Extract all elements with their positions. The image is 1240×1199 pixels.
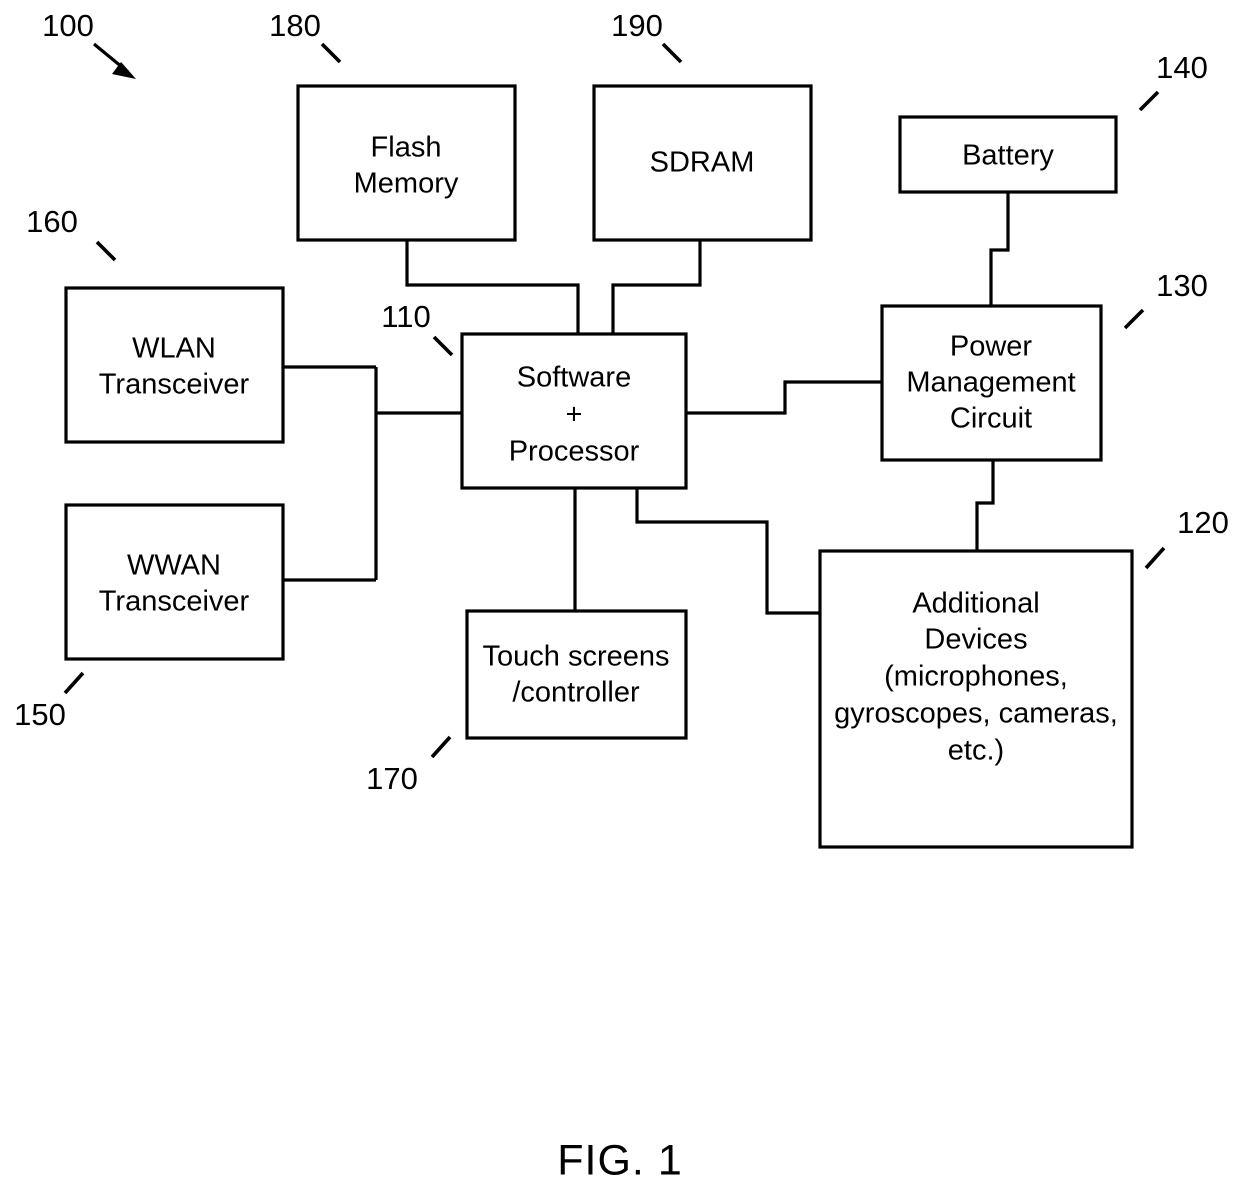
block-battery[interactable]: Battery: [898, 115, 1118, 194]
sdram-label-line1: SDRAM: [650, 147, 755, 179]
patent-figure-1: Flash Memory SDRAM Battery WLAN Transcei…: [0, 0, 1240, 1199]
connector-processor-to-devices: [635, 488, 822, 615]
wwan-transceiver-label-line1: WWAN: [127, 550, 221, 582]
system-arrow-head: [112, 62, 136, 79]
connector-pmc-to-devices: [975, 460, 995, 552]
reference-callout-sdram: 190: [611, 8, 683, 64]
connector-processor-to-pmc: [686, 380, 882, 415]
reference-callout-wwan: 150: [14, 671, 85, 732]
leader-line-140: [1138, 90, 1160, 112]
touch-screens-controller-box[interactable]: [465, 609, 688, 740]
power-management-label-line2: Management: [906, 367, 1075, 399]
leader-line-120: [1144, 546, 1166, 570]
figure-caption: FIG. 1: [557, 1136, 682, 1184]
block-wlan-transceiver[interactable]: WLAN Transceiver: [64, 286, 285, 444]
ref-number-150: 150: [14, 697, 66, 732]
block-touch-screens-controller[interactable]: Touch screens /controller: [465, 609, 688, 740]
power-management-label-line1: Power: [950, 331, 1033, 363]
block-additional-devices[interactable]: Additional Devices (microphones, gyrosco…: [818, 549, 1134, 849]
leader-line-110: [432, 335, 454, 357]
block-diagram-canvas: Flash Memory SDRAM Battery WLAN Transcei…: [14, 8, 1229, 1184]
connector-flash-to-processor: [405, 240, 580, 337]
connector-battery-to-pmc: [989, 192, 1010, 308]
leader-line-190: [661, 42, 683, 64]
battery-label-line1: Battery: [962, 140, 1054, 172]
flash-memory-label-line2: Memory: [354, 168, 459, 200]
ref-number-160: 160: [26, 204, 78, 239]
ref-number-120: 120: [1177, 505, 1229, 540]
reference-callout-wlan: 160: [26, 204, 117, 262]
connector-sdram-to-processor: [611, 240, 702, 337]
wwan-transceiver-box[interactable]: [64, 503, 285, 661]
software-processor-label-line1: Software: [517, 362, 631, 394]
additional-devices-label-line5: etc.): [948, 735, 1004, 767]
block-software-processor[interactable]: Software + Processor: [460, 332, 688, 490]
ref-number-140: 140: [1156, 50, 1208, 85]
block-wwan-transceiver[interactable]: WWAN Transceiver: [64, 503, 285, 661]
software-processor-label-line3: Processor: [509, 436, 640, 468]
additional-devices-label-line1: Additional: [912, 588, 1039, 620]
block-flash-memory[interactable]: Flash Memory: [296, 84, 517, 242]
reference-callout-system: 100: [42, 8, 136, 79]
leader-line-180: [320, 42, 342, 64]
ref-number-170: 170: [366, 761, 418, 796]
flash-memory-label-line1: Flash: [371, 132, 442, 164]
leader-line-160: [95, 240, 117, 262]
touch-screens-label-line1: Touch screens: [483, 641, 670, 673]
ref-number-130: 130: [1156, 268, 1208, 303]
ref-number-110: 110: [381, 299, 430, 334]
reference-callout-flash-memory: 180: [269, 8, 342, 64]
power-management-label-line3: Circuit: [950, 403, 1032, 435]
reference-callout-processor: 110: [381, 299, 454, 357]
wlan-transceiver-box[interactable]: [64, 286, 285, 444]
software-processor-label-line2: +: [566, 399, 583, 431]
additional-devices-label-line2: Devices: [924, 624, 1027, 656]
block-sdram[interactable]: SDRAM: [592, 84, 813, 242]
reference-callout-power-management: 130: [1123, 268, 1208, 330]
additional-devices-label-line4: gyroscopes, cameras,: [834, 698, 1118, 730]
ref-number-180: 180: [269, 8, 321, 43]
wwan-transceiver-label-line2: Transceiver: [99, 586, 250, 618]
additional-devices-label-line3: (microphones,: [884, 661, 1068, 693]
wlan-transceiver-label-line1: WLAN: [132, 333, 216, 365]
ref-number-100: 100: [42, 8, 94, 43]
reference-callout-touch-screens: 170: [366, 735, 452, 796]
touch-screens-label-line2: /controller: [512, 677, 640, 709]
leader-line-170: [430, 735, 452, 759]
leader-line-130: [1123, 308, 1145, 330]
ref-number-190: 190: [611, 8, 663, 43]
wlan-transceiver-label-line2: Transceiver: [99, 369, 250, 401]
block-power-management-circuit[interactable]: Power Management Circuit: [880, 304, 1103, 462]
reference-callout-additional-devices: 120: [1144, 505, 1229, 570]
reference-callout-battery: 140: [1138, 50, 1208, 112]
leader-line-150: [63, 671, 85, 695]
